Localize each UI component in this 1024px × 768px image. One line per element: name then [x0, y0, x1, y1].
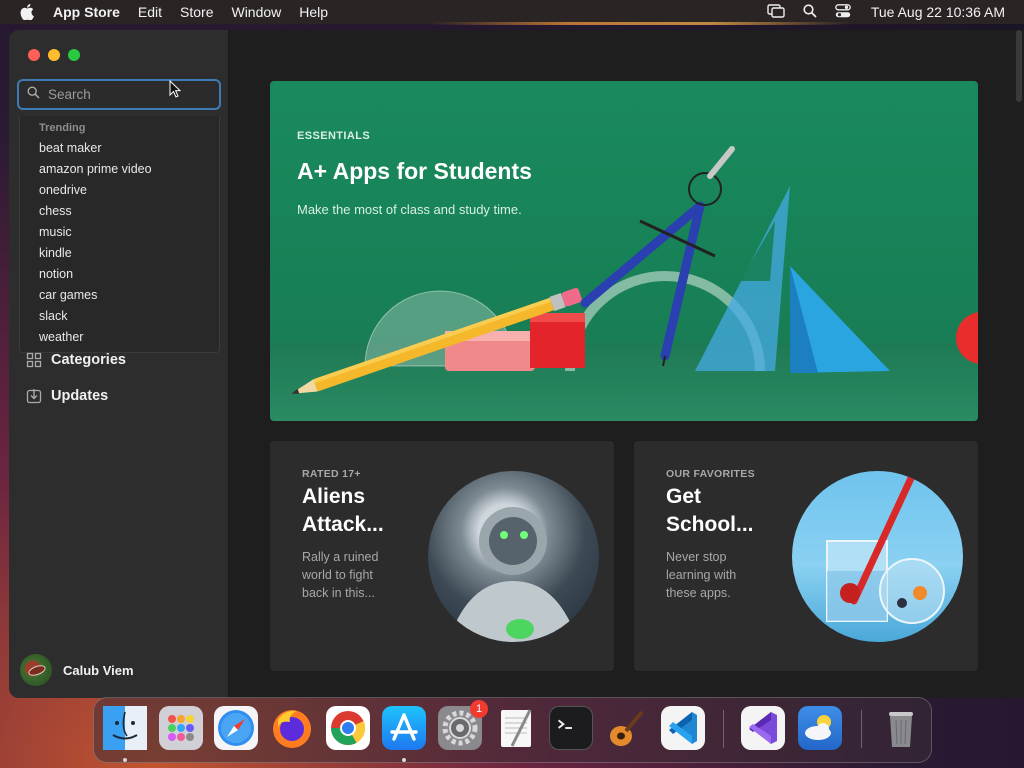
dock: 1: [93, 697, 932, 763]
dock-garageband[interactable]: [604, 706, 648, 750]
dock-system-settings[interactable]: 1: [438, 700, 488, 750]
suggestion-item[interactable]: music: [39, 224, 152, 245]
card-title: Get School...: [666, 485, 754, 536]
banner-subtitle: Make the most of class and study time.: [297, 202, 522, 217]
dock-separator: [861, 710, 862, 748]
sidebar-item-updates[interactable]: Updates: [26, 388, 108, 404]
download-icon: [26, 388, 42, 404]
search-field[interactable]: [17, 79, 221, 110]
dock-chrome[interactable]: [326, 706, 370, 750]
card-get-school[interactable]: OUR FAVORITES Get School... Never stop l…: [634, 441, 978, 671]
card-eyebrow: OUR FAVORITES: [666, 468, 755, 480]
firefox-icon: [273, 710, 311, 748]
banner-eyebrow: ESSENTIALS: [297, 130, 371, 142]
guitar-icon: [610, 710, 644, 746]
dock-app-store[interactable]: [382, 706, 426, 750]
menubar-clock[interactable]: Tue Aug 22 10:36 AM: [871, 4, 1005, 20]
dock-visual-studio[interactable]: [741, 706, 785, 750]
textedit-icon: [501, 709, 532, 747]
game-artwork-image: [428, 471, 599, 642]
dock-running-indicator: [123, 758, 127, 762]
dock-running-indicator: [402, 758, 406, 762]
suggestion-item[interactable]: car games: [39, 287, 152, 308]
dock-safari[interactable]: [214, 706, 258, 750]
beaker-artwork-image: [792, 471, 963, 642]
dock-separator: [723, 710, 724, 748]
app-store-window: Trending beat maker amazon prime video o…: [9, 30, 1024, 698]
window-controls: [28, 49, 80, 61]
dock-launchpad[interactable]: [159, 706, 203, 750]
dock-finder[interactable]: [103, 706, 147, 750]
school-supplies-illustration: [290, 146, 978, 394]
screen-mirroring-icon[interactable]: [767, 3, 785, 21]
suggestion-item[interactable]: onedrive: [39, 182, 152, 203]
menu-edit[interactable]: Edit: [138, 4, 162, 20]
close-button[interactable]: [28, 49, 40, 61]
menu-app-store[interactable]: App Store: [53, 4, 120, 20]
featured-banner[interactable]: ESSENTIALS A+ Apps for Students Make the…: [270, 81, 978, 421]
menu-help[interactable]: Help: [299, 4, 328, 20]
apple-menu-icon[interactable]: [20, 4, 36, 20]
dock-vscode[interactable]: [661, 706, 705, 750]
minimize-button[interactable]: [48, 49, 60, 61]
sidebar-item-label: Updates: [51, 388, 109, 404]
search-suggestions: Trending beat maker amazon prime video o…: [19, 116, 220, 353]
card-title: Aliens Attack...: [302, 485, 384, 536]
scrollbar[interactable]: [1016, 30, 1022, 102]
weather-icon: [805, 715, 831, 740]
menu-store[interactable]: Store: [180, 4, 213, 20]
main-content: ESSENTIALS A+ Apps for Students Make the…: [230, 30, 1024, 698]
control-center-icon[interactable]: [835, 3, 851, 21]
dock-weather[interactable]: [798, 706, 842, 750]
mouse-cursor-icon: [169, 79, 182, 103]
zoom-button[interactable]: [68, 49, 80, 61]
dock-firefox[interactable]: [270, 706, 314, 750]
suggestion-item[interactable]: weather: [39, 329, 152, 350]
search-input[interactable]: [48, 87, 208, 102]
sidebar-item-categories[interactable]: Categories: [26, 352, 126, 368]
launchpad-icon: [168, 715, 194, 741]
visual-studio-icon: [749, 712, 777, 744]
sidebar-item-label: Categories: [51, 352, 126, 368]
suggestion-item[interactable]: chess: [39, 203, 152, 224]
banner-title: A+ Apps for Students: [297, 158, 532, 184]
card-description: Rally a ruined world to fight back in th…: [302, 550, 379, 600]
trash-icon: [889, 712, 913, 747]
suggestion-item[interactable]: notion: [39, 266, 152, 287]
dock-trash[interactable]: [879, 706, 923, 750]
dock-textedit[interactable]: [494, 706, 538, 750]
card-aliens-attack[interactable]: RATED 17+ Aliens Attack... Rally a ruine…: [270, 441, 614, 671]
card-description: Never stop learning with these apps.: [666, 550, 737, 600]
sidebar: Trending beat maker amazon prime video o…: [9, 30, 229, 698]
suggestions-heading: Trending: [39, 122, 86, 134]
avatar: [20, 654, 52, 686]
terminal-icon: [557, 719, 572, 729]
user-name: Calub Viem: [63, 662, 134, 678]
dock-terminal[interactable]: [549, 706, 593, 750]
user-profile[interactable]: Calub Viem: [20, 654, 134, 686]
menu-bar: App Store Edit Store Window Help Tue Aug…: [0, 0, 1024, 25]
search-icon: [27, 85, 40, 104]
suggestion-item[interactable]: beat maker: [39, 140, 152, 161]
app-store-icon: [390, 713, 418, 741]
notification-badge: 1: [470, 700, 488, 718]
grid-icon: [26, 352, 42, 368]
chrome-icon: [331, 711, 366, 745]
vscode-icon: [669, 712, 697, 744]
spotlight-search-icon[interactable]: [803, 3, 817, 21]
suggestion-item[interactable]: amazon prime video: [39, 161, 152, 182]
suggestion-item[interactable]: slack: [39, 308, 152, 329]
card-eyebrow: RATED 17+: [302, 468, 361, 480]
finder-icon: [103, 706, 147, 750]
menu-window[interactable]: Window: [231, 4, 281, 20]
suggestion-item[interactable]: kindle: [39, 245, 152, 266]
safari-compass-icon: [218, 710, 254, 746]
